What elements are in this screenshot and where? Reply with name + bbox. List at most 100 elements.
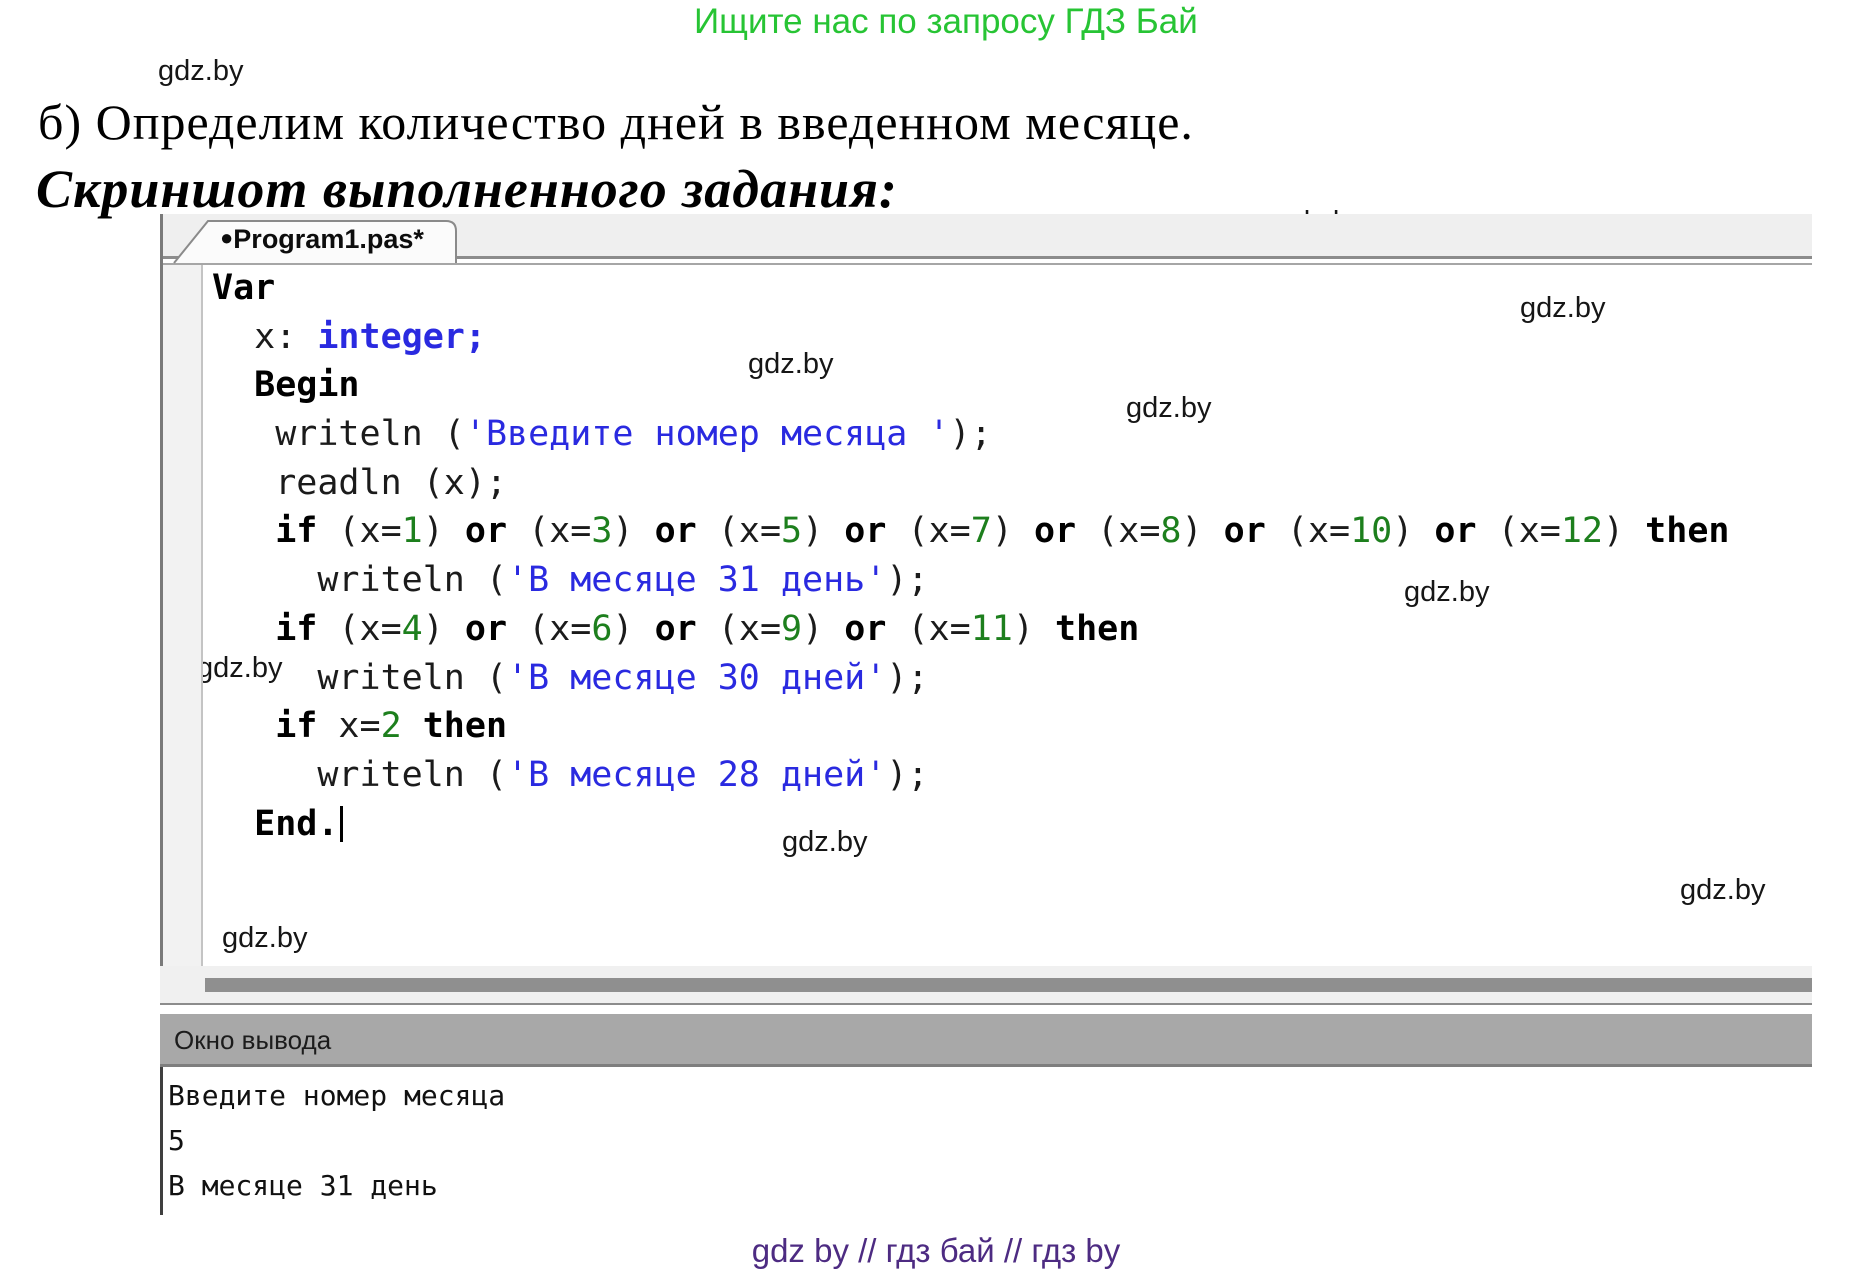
console-text: Введите номер месяца5В месяце 31 день (168, 1073, 505, 1208)
code-token: ); (950, 414, 992, 454)
code-token: or (655, 511, 697, 551)
code-token: (x= (1477, 511, 1561, 551)
code-token: then (423, 706, 507, 746)
code-token: ) (1392, 511, 1434, 551)
code-line: End. (212, 800, 1729, 849)
code-line: writeln ('Введите номер месяца '); (212, 410, 1729, 459)
code-token: or (844, 609, 886, 649)
code-token: x= (317, 706, 380, 746)
code-token: ); (886, 560, 928, 600)
code-token: 'В месяце 31 день' (507, 560, 886, 600)
code-token: ) (612, 609, 654, 649)
code-token: Begin (212, 365, 360, 405)
code-token: x: (212, 317, 317, 357)
page-subtitle: Скриншот выполненного задания: (36, 158, 898, 220)
page-title: б) Определим количество дней в введенном… (38, 93, 1194, 151)
output-panel-title: Окно вывода (174, 1025, 331, 1056)
code-token: 1 (402, 511, 423, 551)
code-token: Var (212, 268, 275, 308)
code-token (402, 706, 423, 746)
code-token: ) (802, 511, 844, 551)
code-token: (x= (886, 511, 970, 551)
code-token: 8 (1160, 511, 1181, 551)
code-token: writeln ( (212, 658, 507, 698)
code-line: Var (212, 264, 1729, 313)
code-token: readln (x); (212, 463, 507, 503)
code-token: 11 (971, 609, 1013, 649)
code-line: Begin (212, 361, 1729, 410)
code-token: (x= (697, 511, 781, 551)
code-token: or (655, 609, 697, 649)
code-token: 5 (781, 511, 802, 551)
code-token: (x= (507, 511, 591, 551)
code-token: ) (802, 609, 844, 649)
code-token: End. (212, 804, 338, 844)
output-panel-header: Окно вывода (160, 1014, 1812, 1067)
code-token: writeln ( (212, 560, 507, 600)
code-token: ) (423, 511, 465, 551)
console-line: В месяце 31 день (168, 1163, 505, 1208)
code-token: ) (992, 511, 1034, 551)
code-token: (x= (317, 609, 401, 649)
watermark: gdz.by (222, 922, 307, 955)
code-token: ) (1013, 609, 1055, 649)
code-line: writeln ('В месяце 31 день'); (212, 556, 1729, 605)
code-token: (x= (697, 609, 781, 649)
code-token: ) (1603, 511, 1645, 551)
code-token: ) (1181, 511, 1223, 551)
code-line: if (x=4) or (x=6) or (x=9) or (x=11) the… (212, 605, 1729, 654)
code-token: ) (423, 609, 465, 649)
code-editor[interactable]: Var x: integer; Begin writeln ('Введите … (212, 264, 1729, 848)
horizontal-scrollbar[interactable] (160, 966, 1812, 1003)
code-token: (x= (1076, 511, 1160, 551)
code-token: ) (612, 511, 654, 551)
tab-program1[interactable]: ●Program1.pas* (220, 224, 424, 255)
code-token: or (1434, 511, 1476, 551)
watermark: gdz.by (1680, 874, 1765, 907)
code-token: 6 (591, 609, 612, 649)
code-token: 10 (1350, 511, 1392, 551)
code-token: 9 (781, 609, 802, 649)
code-token: if (212, 511, 317, 551)
code-token: integer; (317, 317, 486, 357)
console-line: Введите номер месяца (168, 1073, 505, 1118)
code-token: 7 (971, 511, 992, 551)
page: Ищите нас по запросу ГДЗ Бай gdz.by gdz.… (0, 0, 1873, 1276)
code-token: 'В месяце 30 дней' (507, 658, 886, 698)
code-token: if (212, 609, 317, 649)
code-token: ); (886, 755, 928, 795)
code-line: if x=2 then (212, 702, 1729, 751)
code-token: (x= (1266, 511, 1350, 551)
code-token: (x= (317, 511, 401, 551)
code-token: or (465, 609, 507, 649)
code-token: (x= (886, 609, 970, 649)
text-cursor (340, 806, 343, 842)
code-token: writeln ( (212, 755, 507, 795)
code-token: 'В месяце 28 дней' (507, 755, 886, 795)
editor-gutter (163, 265, 203, 966)
code-token: or (1034, 511, 1076, 551)
modified-bullet-icon: ● (220, 225, 233, 250)
code-line: if (x=1) or (x=3) or (x=5) or (x=7) or (… (212, 507, 1729, 556)
watermark: gdz.by (158, 55, 243, 88)
scrollbar-thumb[interactable] (205, 978, 1812, 992)
console-line: 5 (168, 1118, 505, 1163)
promo-banner-text: Ищите нас по запросу ГДЗ Бай (694, 2, 1198, 42)
code-token: 3 (591, 511, 612, 551)
code-line: writeln ('В месяце 28 дней'); (212, 751, 1729, 800)
code-token: writeln ( (212, 414, 465, 454)
code-token: then (1645, 511, 1729, 551)
editor-bottom-border (160, 1003, 1812, 1005)
footer-text: gdz by // гдз бай // гдз by (752, 1232, 1121, 1270)
code-token: 2 (381, 706, 402, 746)
code-token: if (212, 706, 317, 746)
code-line: writeln ('В месяце 30 дней'); (212, 654, 1729, 703)
code-token: ); (886, 658, 928, 698)
code-token: 12 (1561, 511, 1603, 551)
code-line: readln (x); (212, 459, 1729, 508)
code-line: x: integer; (212, 313, 1729, 362)
code-token: 4 (402, 609, 423, 649)
code-token: or (1224, 511, 1266, 551)
code-token: 'Введите номер месяца ' (465, 414, 950, 454)
output-console[interactable]: Введите номер месяца5В месяце 31 день (160, 1067, 1815, 1215)
